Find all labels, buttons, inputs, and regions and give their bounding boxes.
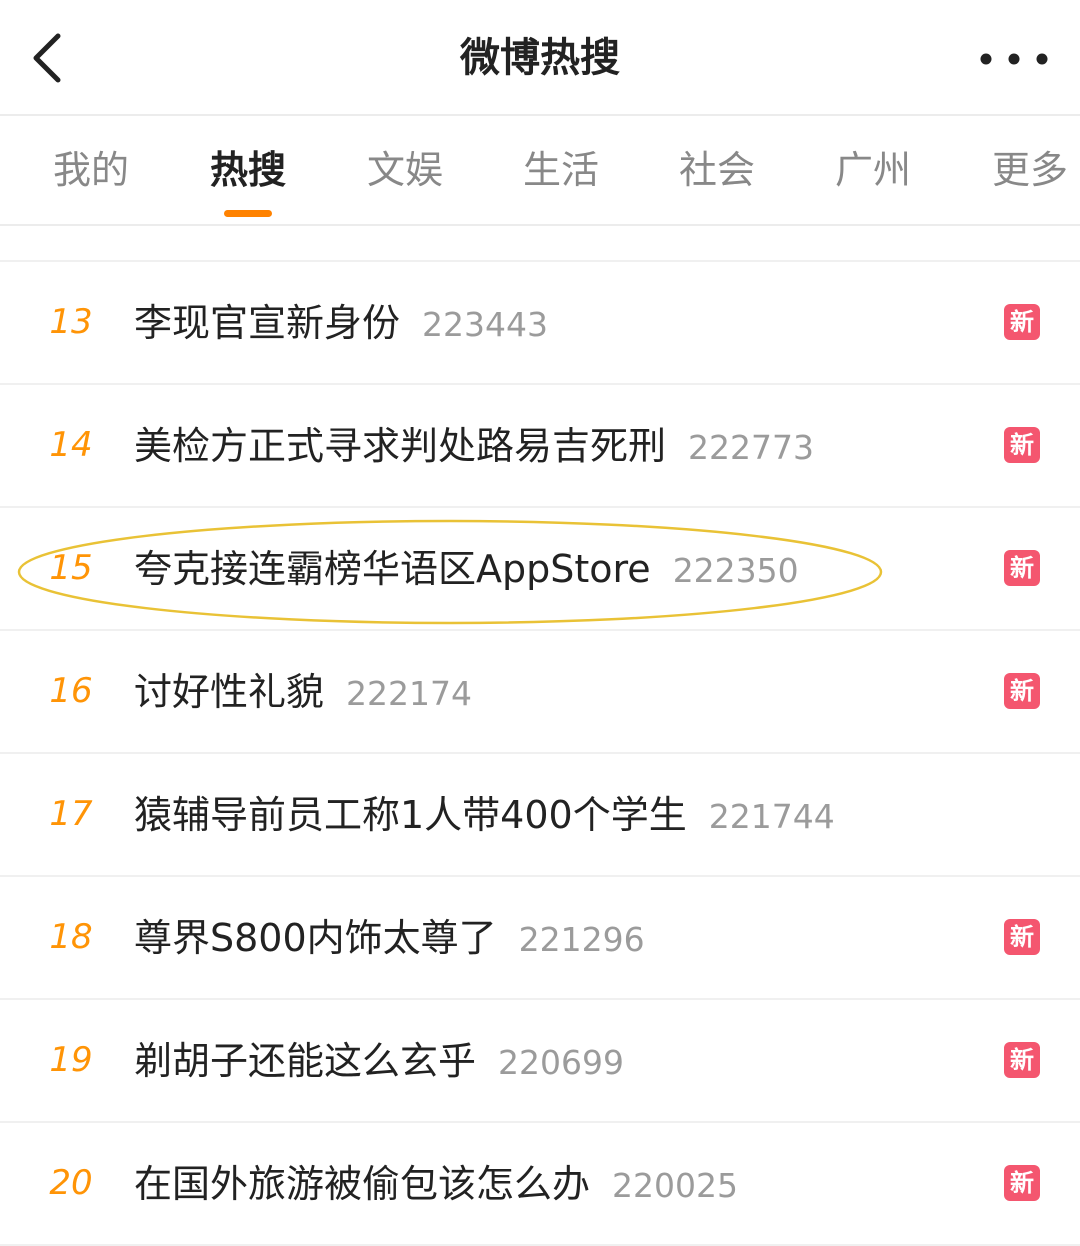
rank-number: 17 [49,794,93,834]
topic-title: 讨好性礼貌 [134,670,325,714]
new-badge: 新 [1004,304,1040,340]
chevron-left-icon [33,33,61,83]
more-button[interactable] [976,42,1052,76]
rank-number: 18 [49,917,93,957]
rank-number: 13 [49,302,93,342]
list-item[interactable]: 16 讨好性礼貌 222174 新 [0,631,1080,754]
topic-title: 美检方正式寻求判处路易吉死刑 [134,424,667,468]
new-badge: 新 [1004,427,1040,463]
heat-count: 223443 [422,305,548,344]
heat-count: 220025 [612,1166,738,1205]
page-title: 微博热搜 [460,35,620,81]
topic-title: 尊界S800内饰太尊了 [134,916,497,960]
topic-title: 夸克接连霸榜华语区AppStore [134,547,651,591]
rank-number: 15 [49,548,93,588]
rank-number: 20 [49,1163,93,1203]
new-badge: 新 [1004,1042,1040,1078]
topic-title: 李现官宣新身份 [134,301,401,345]
heat-count: 220699 [498,1043,624,1082]
tab-more[interactable]: 更多 [970,144,1080,196]
list-item[interactable]: 15 夸克接连霸榜华语区AppStore 222350 新 [0,508,1080,631]
list-item[interactable]: 13 李现官宣新身份 223443 新 [0,262,1080,385]
back-button[interactable] [22,24,82,92]
active-tab-indicator [224,210,272,217]
tab-life[interactable]: 生活 [501,144,621,196]
rank-number: 16 [49,671,93,711]
list-item[interactable]: 17 猿辅导前员工称1人带400个学生 221744 [0,754,1080,877]
new-badge: 新 [1004,919,1040,955]
tab-society[interactable]: 社会 [657,144,777,196]
hot-search-list: 13 李现官宣新身份 223443 新 14 美检方正式寻求判处路易吉死刑 2227… [0,262,1080,1246]
rank-number: 14 [49,425,93,465]
new-badge: 新 [1004,1165,1040,1201]
tab-mine[interactable]: 我的 [31,144,151,196]
rank-number: 19 [49,1040,93,1080]
topic-title: 剃胡子还能这么玄乎 [134,1039,477,1083]
topic-title: 在国外旅游被偷包该怎么办 [134,1162,591,1206]
tab-entertainment[interactable]: 文娱 [345,144,465,196]
heat-count: 222773 [688,428,814,467]
heat-count: 221744 [708,797,835,836]
heat-count: 222174 [346,674,472,713]
new-badge: 新 [1004,673,1040,709]
more-horizontal-icon [980,53,1048,65]
topic-title: 猿辅导前员工称1人带400个学生 [134,793,687,837]
new-badge: 新 [1004,550,1040,586]
category-tabs: 我的 热搜 文娱 生活 社会 广州 更多 [0,116,1080,226]
list-item[interactable]: 14 美检方正式寻求判处路易吉死刑 222773 新 [0,385,1080,508]
list-item[interactable]: 18 尊界S800内饰太尊了 221296 新 [0,877,1080,1000]
tab-hot-search[interactable]: 热搜 [188,144,308,196]
tab-guangzhou[interactable]: 广州 [813,144,933,196]
list-item[interactable]: 20 在国外旅游被偷包该怎么办 220025 新 [0,1123,1080,1246]
list-item[interactable]: 19 剃胡子还能这么玄乎 220699 新 [0,1000,1080,1123]
top-nav-bar: 微博热搜 [0,0,1080,116]
heat-count: 222350 [672,551,799,590]
heat-count: 221296 [518,920,645,959]
